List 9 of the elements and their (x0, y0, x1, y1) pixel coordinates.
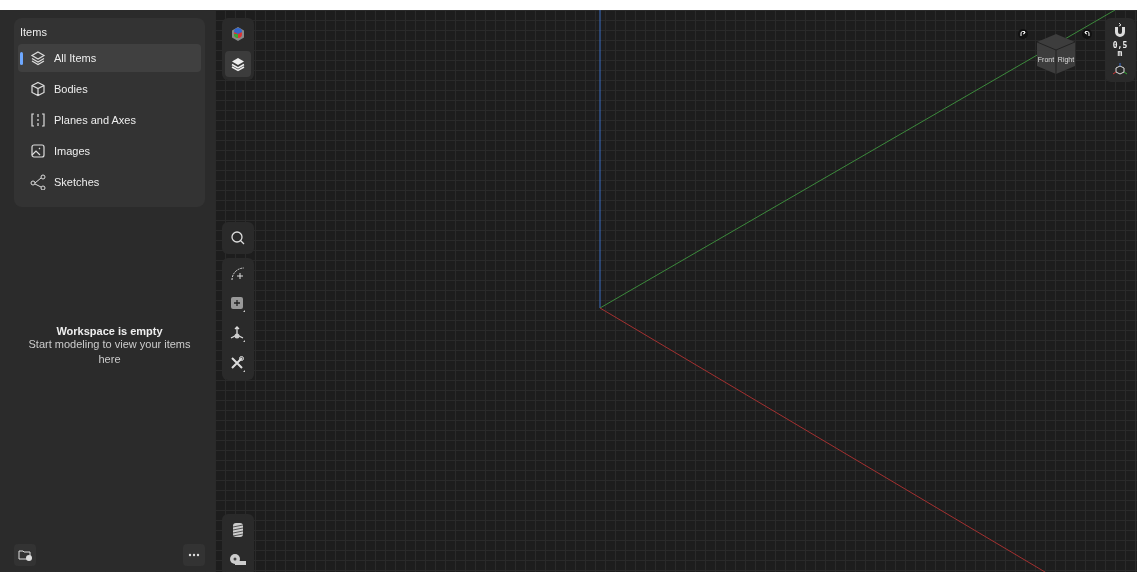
sidebar-item[interactable]: Images (18, 137, 201, 165)
empty-message: Start modeling to view your items here (27, 337, 192, 367)
snap-setting[interactable]: 0,5 m (1112, 42, 1128, 58)
panel-title: Items (19, 25, 48, 40)
sidebar-item[interactable]: Bodies (18, 75, 201, 103)
sidebar-item[interactable]: Planes and Axes (18, 106, 201, 134)
sidebar-item[interactable]: Sketches (18, 168, 201, 196)
sidebar-item[interactable]: All Items (18, 44, 201, 72)
empty-title: Workspace is empty (56, 324, 163, 337)
